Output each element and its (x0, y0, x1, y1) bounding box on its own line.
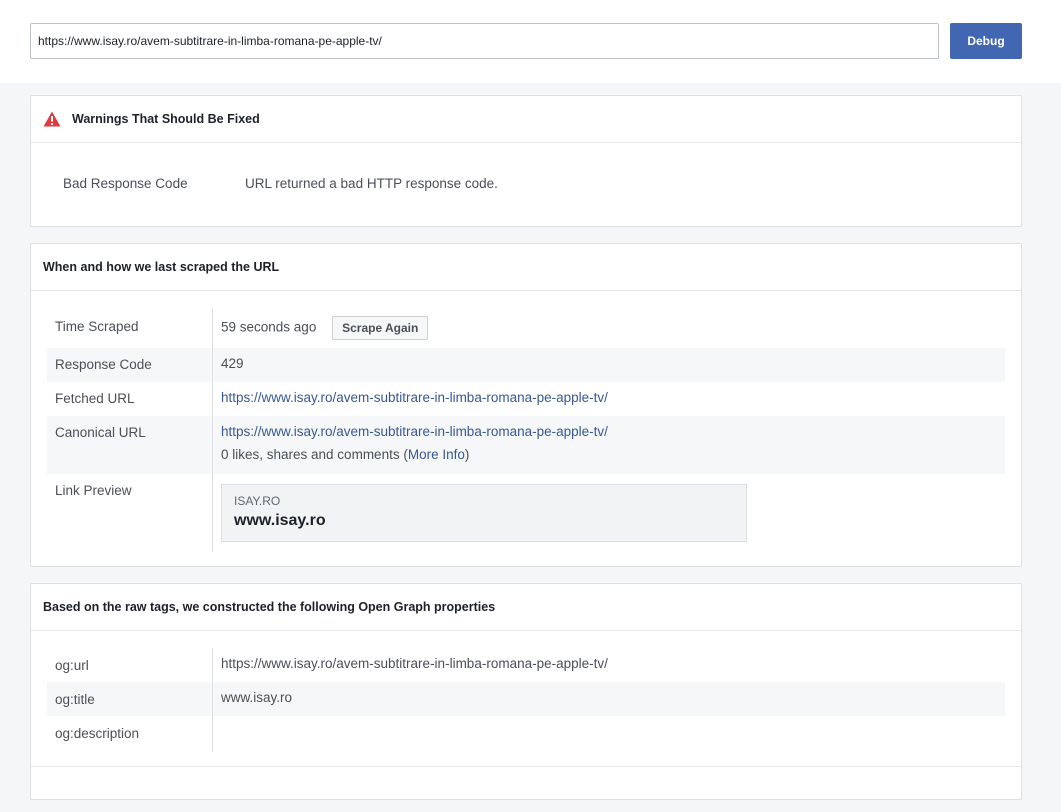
more-info-link[interactable]: More Info (408, 447, 465, 462)
warning-label: Bad Response Code (63, 176, 188, 191)
top-bar: Debug (0, 0, 1061, 83)
og-footer-divider (31, 766, 1021, 767)
warnings-title: Warnings That Should Be Fixed (72, 112, 260, 126)
table-row: og:description (47, 716, 1005, 752)
scrape-table: Time Scraped 59 seconds ago Scrape Again… (47, 308, 1005, 552)
canonical-url-label: Canonical URL (47, 416, 213, 474)
og-url-key: og:url (47, 648, 213, 682)
og-title: Based on the raw tags, we constructed th… (43, 600, 496, 614)
og-header: Based on the raw tags, we constructed th… (31, 584, 1021, 631)
link-preview-label: Link Preview (47, 474, 213, 552)
canonical-url-link[interactable]: https://www.isay.ro/avem-subtitrare-in-l… (221, 424, 608, 439)
table-row: Time Scraped 59 seconds ago Scrape Again (47, 308, 1005, 348)
og-title-value: www.isay.ro (221, 690, 293, 705)
og-title-key: og:title (47, 682, 213, 716)
preview-title: www.isay.ro (234, 512, 326, 529)
table-row: og:title www.isay.ro (47, 682, 1005, 716)
warnings-header: Warnings That Should Be Fixed (31, 96, 1021, 143)
link-preview-card[interactable]: ISAY.RO www.isay.ro (221, 484, 747, 542)
response-code-label: Response Code (47, 348, 213, 382)
scrape-again-button[interactable]: Scrape Again (332, 316, 429, 340)
time-scraped-value: 59 seconds ago (221, 319, 317, 335)
table-row: Link Preview ISAY.RO www.isay.ro (47, 474, 1005, 552)
engagement-text: 0 likes, shares and comments ( (221, 447, 408, 462)
warning-icon (43, 111, 61, 127)
url-input[interactable] (30, 23, 939, 59)
open-graph-card: Based on the raw tags, we constructed th… (30, 583, 1022, 800)
time-scraped-label: Time Scraped (47, 308, 213, 348)
scrape-title: When and how we last scraped the URL (43, 260, 280, 274)
debug-button[interactable]: Debug (950, 23, 1022, 59)
warning-message: URL returned a bad HTTP response code. (245, 176, 498, 191)
og-description-value (213, 716, 1005, 752)
scrape-header: When and how we last scraped the URL (31, 244, 1021, 291)
og-table: og:url https://www.isay.ro/avem-subtitra… (47, 648, 1005, 752)
response-code-value: 429 (221, 356, 244, 371)
table-row: Fetched URL https://www.isay.ro/avem-sub… (47, 382, 1005, 416)
og-url-value: https://www.isay.ro/avem-subtitrare-in-l… (221, 656, 608, 671)
engagement-close: ) (464, 447, 470, 462)
fetched-url-label: Fetched URL (47, 382, 213, 416)
og-description-key: og:description (47, 716, 213, 752)
table-row: Canonical URL https://www.isay.ro/avem-s… (47, 416, 1005, 474)
preview-domain: ISAY.RO (234, 494, 281, 508)
table-row: Response Code 429 (47, 348, 1005, 382)
table-row: og:url https://www.isay.ro/avem-subtitra… (47, 648, 1005, 682)
warnings-card: Warnings That Should Be Fixed Bad Respon… (30, 95, 1022, 227)
scrape-card: When and how we last scraped the URL Tim… (30, 243, 1022, 567)
fetched-url-link[interactable]: https://www.isay.ro/avem-subtitrare-in-l… (221, 390, 608, 405)
